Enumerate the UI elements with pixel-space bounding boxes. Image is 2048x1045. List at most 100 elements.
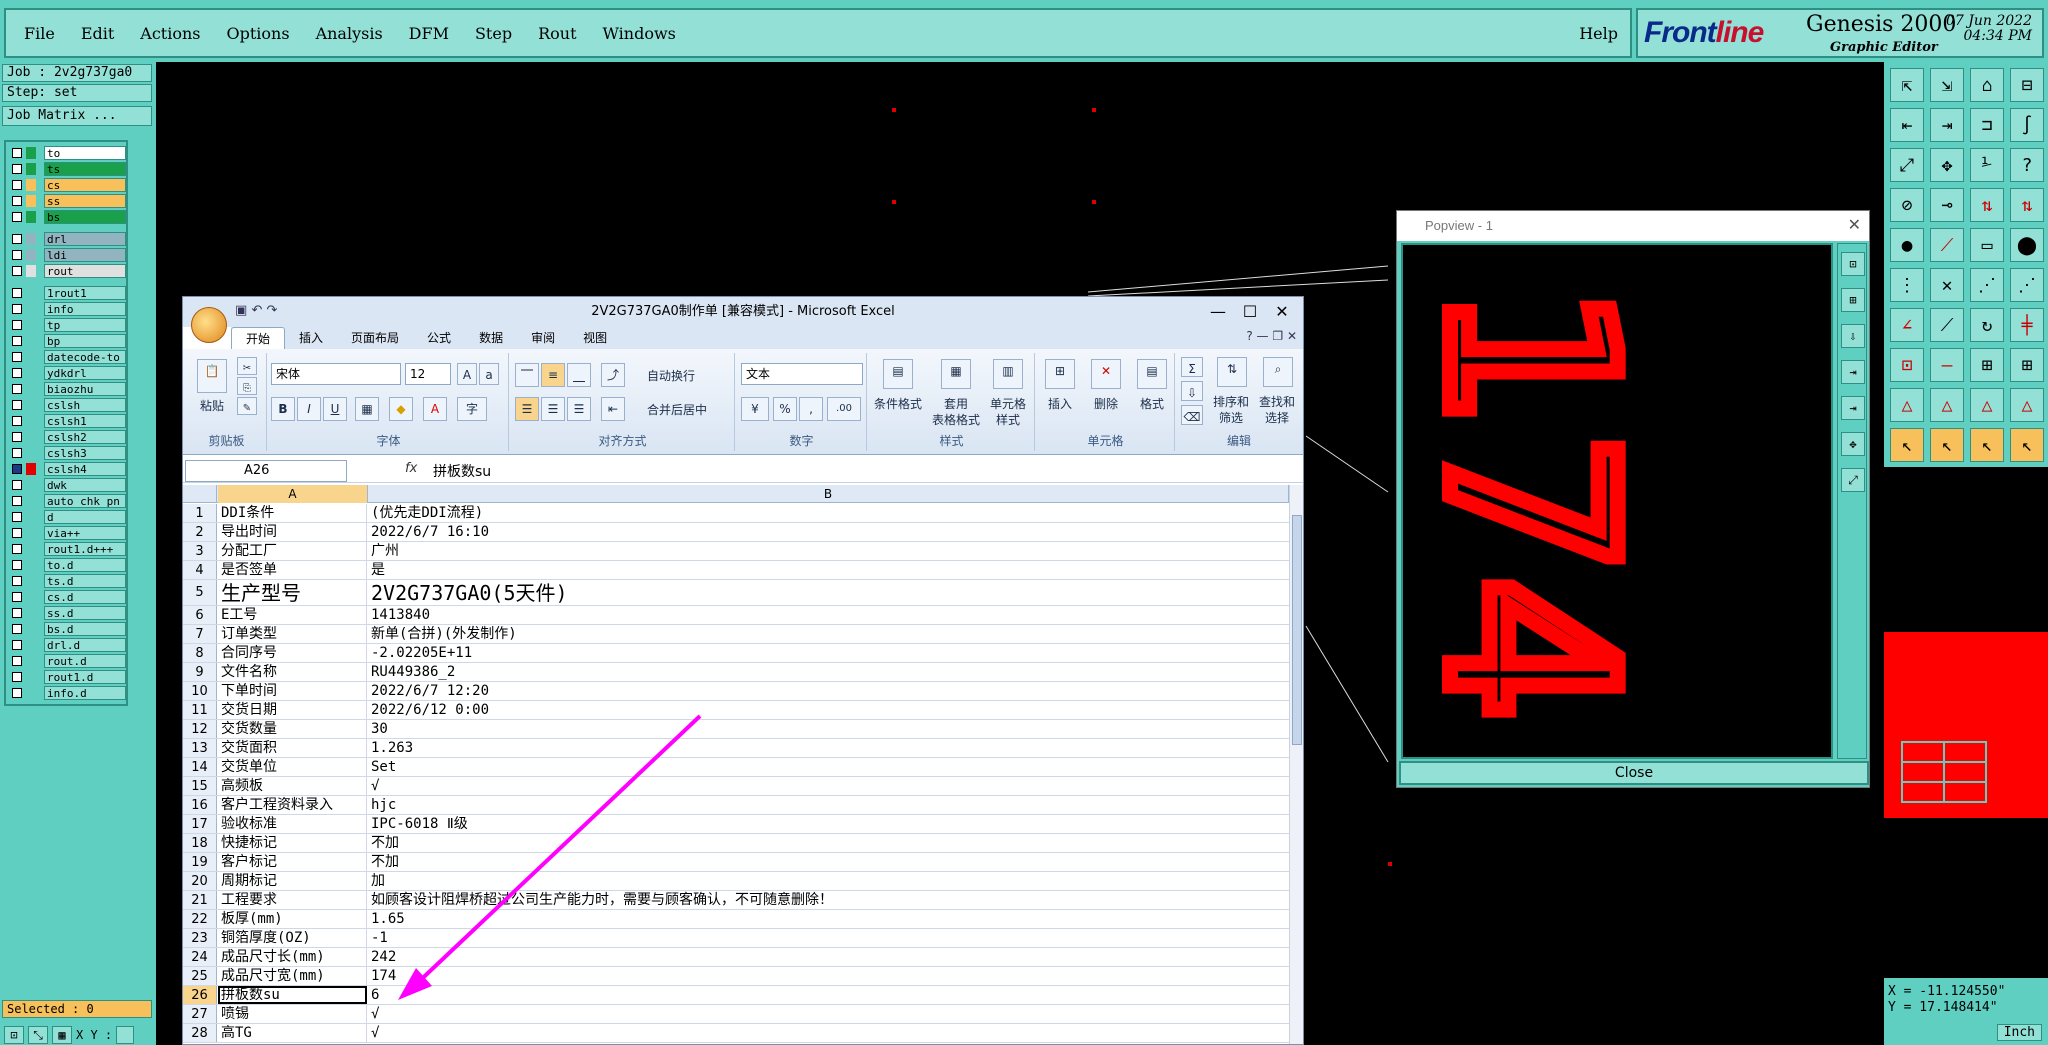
clear-icon[interactable]: ⌫: [1181, 405, 1203, 425]
cell-a[interactable]: 导出时间: [218, 523, 367, 541]
align-center-icon[interactable]: ☰: [541, 397, 565, 421]
tool-button-icon[interactable]: △: [2010, 388, 2044, 422]
layer-checkbox[interactable]: [12, 496, 22, 506]
cell-a[interactable]: 喷锡: [218, 1005, 367, 1023]
layer-row[interactable]: d: [8, 510, 126, 525]
row-number[interactable]: 4: [183, 561, 217, 579]
layer-checkbox[interactable]: [12, 336, 22, 346]
menu-step[interactable]: Step: [467, 24, 520, 43]
font-size-box[interactable]: 12: [405, 363, 451, 385]
cell-b[interactable]: 广州: [368, 542, 1289, 560]
tool-button-icon[interactable]: △: [1970, 388, 2004, 422]
layer-row[interactable]: ts.d: [8, 574, 126, 589]
insert-label[interactable]: 插入: [1037, 395, 1083, 412]
popview-tool-icon[interactable]: ⇩: [1841, 324, 1865, 348]
merge-center-button[interactable]: 合并后居中: [647, 401, 733, 418]
tool-button-icon[interactable]: ↖: [1890, 428, 1924, 462]
layer-checkbox[interactable]: [12, 180, 22, 190]
fx-icon[interactable]: fx: [405, 461, 417, 476]
layer-checkbox[interactable]: [12, 560, 22, 570]
cell-a[interactable]: 合同序号: [218, 644, 367, 662]
percent-icon[interactable]: %: [773, 397, 797, 421]
layer-row[interactable]: cslsh4: [8, 462, 126, 477]
layer-checkbox[interactable]: [12, 688, 22, 698]
row-number[interactable]: 25: [183, 967, 217, 985]
layer-name[interactable]: info: [44, 302, 126, 316]
cell-a[interactable]: 是否签单: [218, 561, 367, 579]
cell-a[interactable]: 铜箔厚度(OZ): [218, 929, 367, 947]
layer-checkbox[interactable]: [12, 352, 22, 362]
tool-button-icon[interactable]: ↖: [1970, 428, 2004, 462]
tool-button-icon[interactable]: ↖: [2010, 428, 2044, 462]
tool-button-icon[interactable]: ⊐: [1970, 108, 2004, 142]
find-label-b[interactable]: 选择: [1253, 409, 1301, 426]
layer-name[interactable]: drl.d: [44, 638, 126, 652]
layer-row[interactable]: bs: [8, 210, 126, 225]
popview-tool-icon[interactable]: ⊞: [1841, 288, 1865, 312]
tool-button-icon[interactable]: ⟋: [1930, 308, 1964, 342]
tool-button-icon[interactable]: ⊞: [1970, 348, 2004, 382]
cell-a[interactable]: DDI条件: [218, 504, 367, 522]
cell-style-label-a[interactable]: 单元格: [981, 395, 1035, 412]
shrink-font-icon[interactable]: a: [479, 363, 499, 385]
xy-input[interactable]: [116, 1025, 135, 1044]
align-top-icon[interactable]: ⎺: [515, 363, 539, 387]
ribbon-tab[interactable]: 公式: [413, 327, 465, 349]
layer-name[interactable]: to: [44, 146, 126, 160]
tool-button-icon[interactable]: ✥: [1930, 148, 1964, 182]
popview-tool-icon[interactable]: ✥: [1841, 432, 1865, 456]
job-matrix-button[interactable]: Job Matrix ...: [2, 106, 152, 126]
tool-button-icon[interactable]: ⇥: [1930, 108, 1964, 142]
layer-row[interactable]: via++: [8, 526, 126, 541]
layer-checkbox[interactable]: [12, 384, 22, 394]
cell-b[interactable]: 1413840: [368, 606, 1289, 624]
wrap-text-button[interactable]: 自动换行: [647, 367, 733, 384]
font-name-box[interactable]: 宋体: [271, 363, 401, 385]
ribbon-tab[interactable]: 插入: [285, 327, 337, 349]
tool-button-icon[interactable]: ⋰: [1970, 268, 2004, 302]
phonetic-icon[interactable]: 字: [457, 397, 487, 421]
layer-row[interactable]: 1rout1: [8, 286, 126, 301]
find-label-a[interactable]: 查找和: [1253, 393, 1301, 410]
ribbon-tab[interactable]: 审阅: [517, 327, 569, 349]
cond-format-label[interactable]: 条件格式: [869, 395, 927, 412]
column-a-header[interactable]: A: [218, 485, 368, 503]
cell-b[interactable]: 2V2G737GA0(5天件): [368, 580, 1289, 605]
minimize-icon[interactable]: —: [1203, 297, 1233, 327]
row-number[interactable]: 1: [183, 504, 217, 522]
tool-button-icon[interactable]: ●: [1890, 228, 1924, 262]
layer-row[interactable]: cs.d: [8, 590, 126, 605]
layer-name[interactable]: rout1.d: [44, 670, 126, 684]
cell-a[interactable]: E工号: [218, 606, 367, 624]
ribbon-tab[interactable]: 页面布局: [337, 327, 413, 349]
layer-row[interactable]: cslsh3: [8, 446, 126, 461]
table-format-label-b[interactable]: 表格格式: [927, 411, 985, 428]
bold-icon[interactable]: B: [271, 397, 295, 421]
units-button[interactable]: Inch: [1996, 1024, 2042, 1041]
menu-options[interactable]: Options: [219, 24, 298, 43]
cell-a[interactable]: 成品尺寸长(mm): [218, 948, 367, 966]
menu-windows[interactable]: Windows: [595, 24, 684, 43]
row-number[interactable]: 19: [183, 853, 217, 871]
layer-name[interactable]: cslsh1: [44, 414, 126, 428]
table-format-label-a[interactable]: 套用: [927, 395, 985, 412]
layer-name[interactable]: ts: [44, 162, 126, 176]
cell-a[interactable]: 交货单位: [218, 758, 367, 776]
ribbon-tab[interactable]: 视图: [569, 327, 621, 349]
layer-checkbox[interactable]: [12, 250, 22, 260]
menu-edit[interactable]: Edit: [73, 24, 122, 43]
tool-button-icon[interactable]: ⬤: [2010, 228, 2044, 262]
cell-a[interactable]: 周期标记: [218, 872, 367, 890]
row-number[interactable]: 27: [183, 1005, 217, 1023]
layer-name[interactable]: bs: [44, 210, 126, 224]
format-label[interactable]: 格式: [1129, 395, 1175, 412]
copy-icon[interactable]: ⎘: [237, 377, 257, 395]
cell-style-icon[interactable]: ▥: [993, 359, 1023, 389]
layer-row[interactable]: cslsh1: [8, 414, 126, 429]
tool-button-icon[interactable]: ⊡: [1890, 348, 1924, 382]
popview-tool-icon[interactable]: ⇥: [1841, 396, 1865, 420]
layer-checkbox[interactable]: [12, 400, 22, 410]
cell-a[interactable]: 分配工厂: [218, 542, 367, 560]
row-number[interactable]: 3: [183, 542, 217, 560]
layer-checkbox[interactable]: [12, 266, 22, 276]
